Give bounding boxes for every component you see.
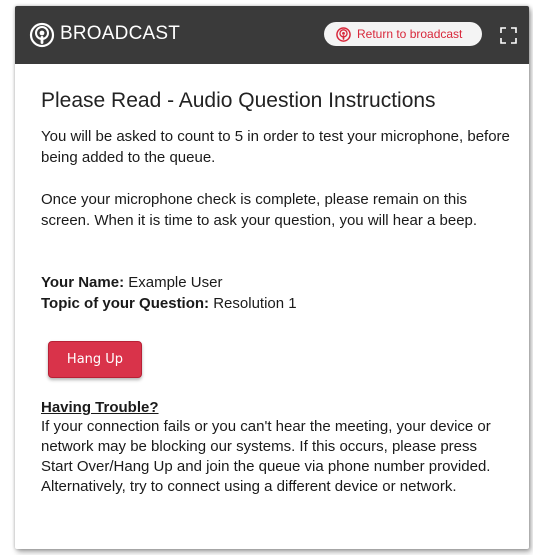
return-to-broadcast-button[interactable]: Return to broadcast	[324, 22, 482, 46]
wait-instructions: Once your microphone check is complete, …	[41, 191, 478, 229]
page-frame: BROADCAST Return to broadcast Please Rea…	[0, 0, 533, 555]
fullscreen-icon[interactable]	[500, 27, 517, 44]
having-trouble-heading: Having Trouble?	[41, 399, 159, 416]
header-title: BROADCAST	[60, 23, 181, 44]
question-topic-value: Resolution 1	[213, 295, 297, 312]
broadcast-header: BROADCAST Return to broadcast	[15, 6, 529, 64]
microphone-test-instructions: You will be asked to count to 5 in order…	[41, 128, 510, 166]
question-topic-line: Topic of your Question: Resolution 1	[41, 293, 511, 314]
podcast-icon	[29, 22, 55, 48]
return-to-broadcast-label: Return to broadcast	[357, 27, 463, 41]
page-title: Please Read - Audio Question Instruction…	[41, 89, 436, 112]
podcast-icon	[336, 26, 351, 42]
having-trouble-text: If your connection fails or you can't he…	[41, 418, 491, 495]
user-name-label: Your Name:	[41, 274, 125, 291]
question-topic-label: Topic of your Question:	[41, 295, 210, 312]
user-name-line: Your Name: Example User	[41, 272, 511, 293]
hang-up-button[interactable]: Hang Up	[48, 341, 142, 378]
user-name-value: Example User	[128, 274, 223, 291]
audio-question-panel: BROADCAST Return to broadcast Please Rea…	[15, 6, 529, 549]
